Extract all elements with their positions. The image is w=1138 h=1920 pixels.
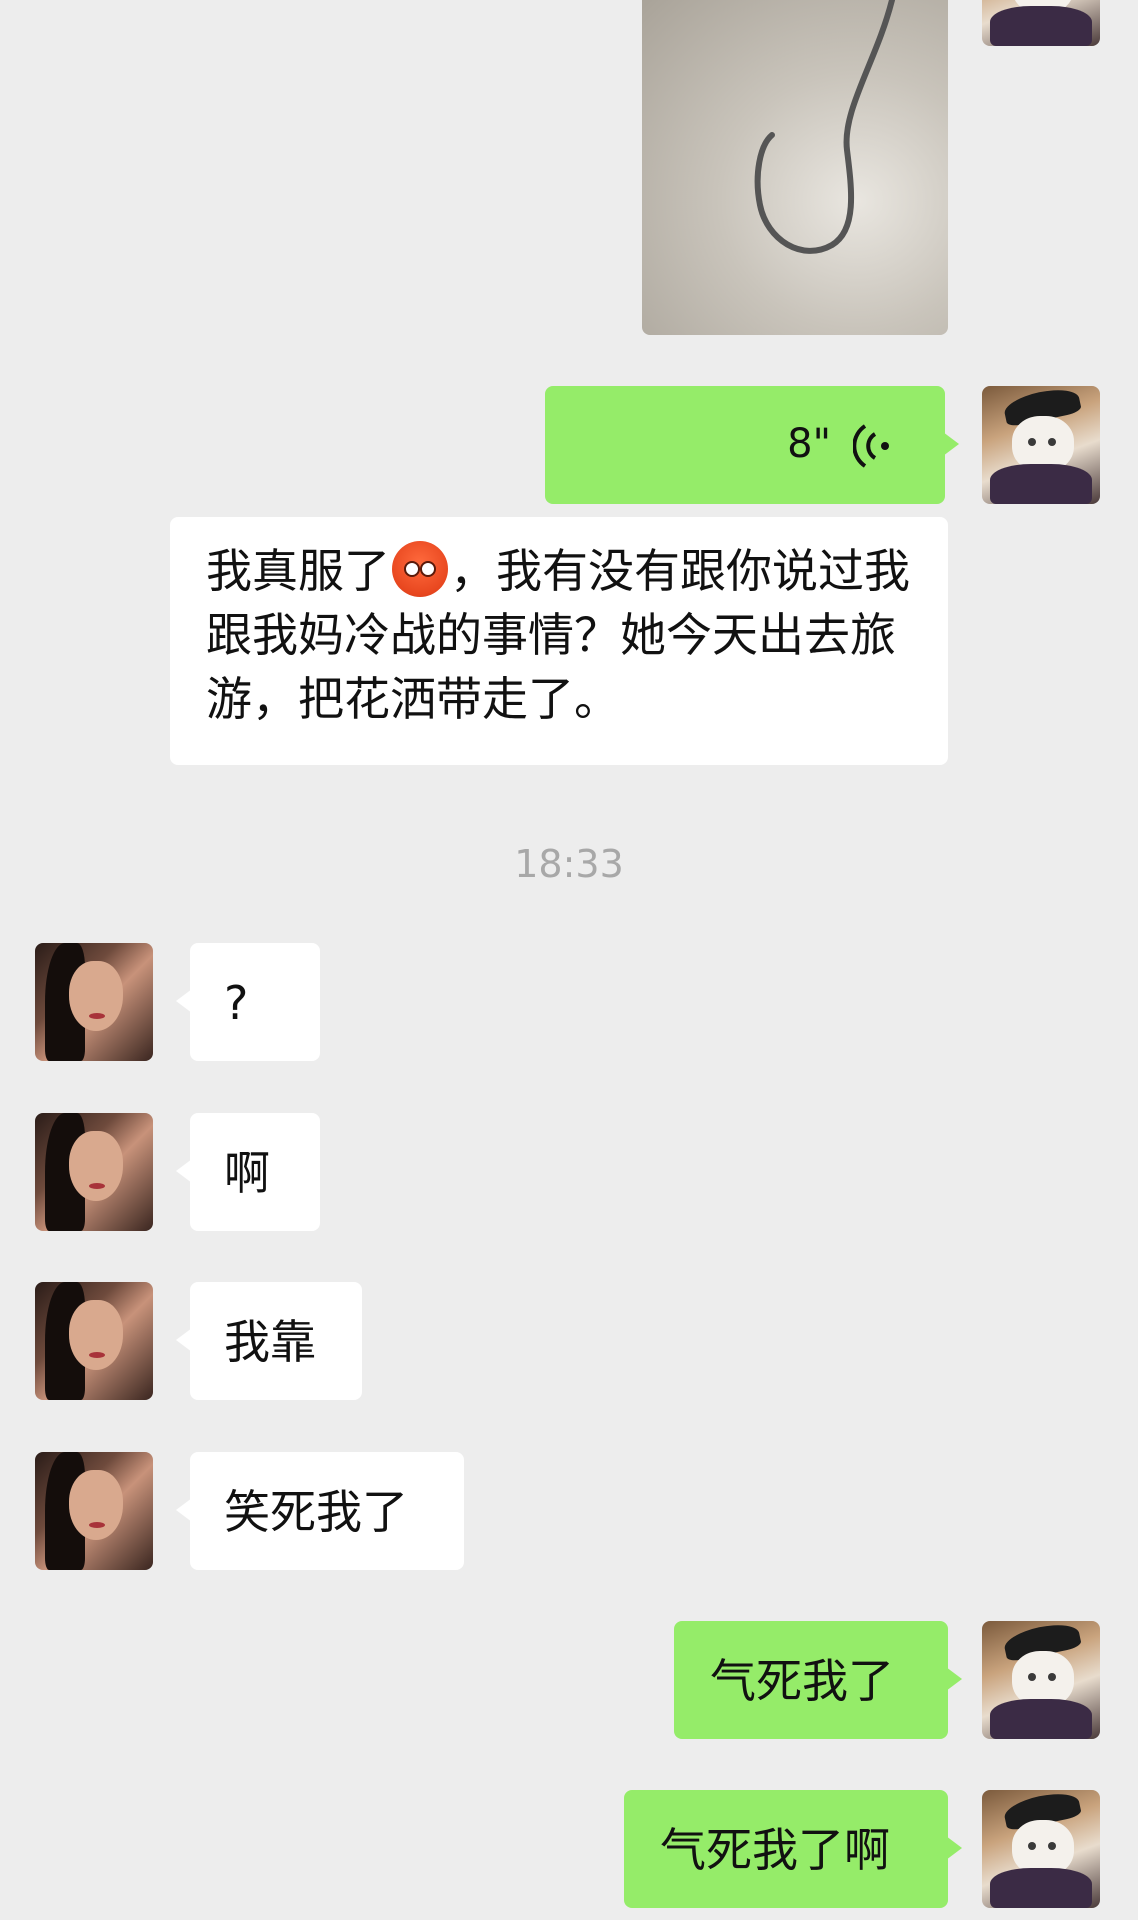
message-text: 气死我了 [710,1654,894,1708]
received-message[interactable]: 笑死我了 [176,1452,464,1570]
received-message[interactable]: 啊 [176,1113,320,1231]
long-text-message[interactable]: 我真服了 ，我有没有跟你说过我跟我妈冷战的事情？她今天出去旅游，把花洒带走了。 [170,517,948,765]
shower-hose-photo[interactable] [642,0,948,335]
message-text: 气死我了啊 [660,1823,890,1877]
angry-face-emoji [392,541,448,597]
hose-drawing [754,0,895,254]
voice-wave-icon [853,424,889,468]
message-text: 我靠 [224,1315,316,1369]
message-timestamp: 18:33 [514,842,624,886]
sent-message[interactable]: 气死我了 [674,1621,962,1739]
received-message[interactable]: ? [176,943,320,1061]
message-text-part1: 我真服了 [206,544,390,598]
my-avatar[interactable] [982,386,1100,504]
voice-duration: 8" [787,421,831,467]
received-message[interactable]: 我靠 [176,1282,362,1400]
voice-message[interactable]: 8" [545,386,959,504]
sent-message[interactable]: 气死我了啊 [624,1790,962,1908]
contact-avatar[interactable] [35,1282,153,1400]
my-avatar[interactable] [982,1621,1100,1739]
my-avatar[interactable] [982,0,1100,46]
my-avatar[interactable] [982,1790,1100,1908]
contact-avatar[interactable] [35,943,153,1061]
message-text: ? [224,976,249,1030]
contact-avatar[interactable] [35,1113,153,1231]
message-text: 啊 [224,1146,270,1200]
message-text: 笑死我了 [224,1485,408,1539]
contact-avatar[interactable] [35,1452,153,1570]
